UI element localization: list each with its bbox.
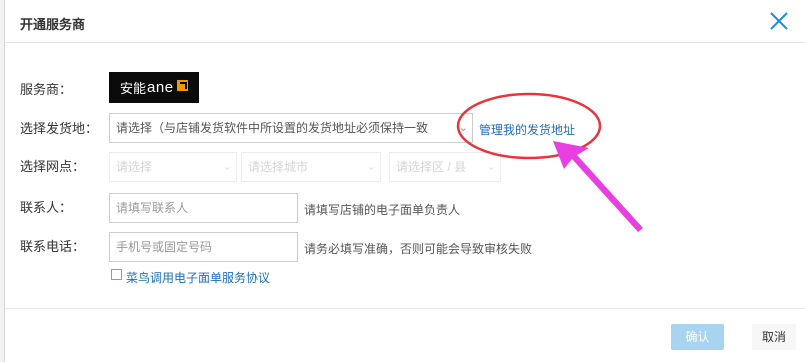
chevron-down-icon: ⌄: [222, 161, 232, 173]
network-district-value: 请选择区 / 县: [396, 160, 467, 174]
contact-input[interactable]: 请填写联系人: [109, 193, 298, 223]
phone-input[interactable]: 手机号或固定号码: [109, 232, 298, 262]
logo-flag-icon: [176, 80, 188, 91]
provider-logo: 安能 ane: [109, 72, 199, 103]
network-city-select[interactable]: 请选择城市 ⌄: [241, 152, 381, 182]
cancel-button[interactable]: 取消: [752, 324, 796, 350]
chevron-down-icon: ⌄: [486, 161, 496, 173]
manage-address-link[interactable]: 管理我的发货地址: [479, 121, 575, 138]
agreement-checkbox[interactable]: [111, 269, 122, 280]
confirm-button[interactable]: 确认: [671, 324, 724, 350]
network-province-value: 请选择: [116, 160, 153, 174]
contact-hint: 请填写店铺的电子面单负责人: [304, 203, 461, 217]
logo-text-ane: ane: [147, 79, 174, 96]
dialog-header: 开通服务商: [5, 0, 805, 43]
network-province-select[interactable]: 请选择 ⌄: [109, 152, 237, 182]
network-district-select[interactable]: 请选择区 / 县 ⌄: [389, 152, 501, 182]
open-provider-dialog: 开通服务商 服务商： 安能 ane 选择发货地： 请选择（与店铺发货软件中所设置的…: [4, 0, 805, 362]
phone-hint: 请务必填写准确，否则可能会导致审核失败: [304, 242, 533, 256]
ship-from-label: 选择发货地：: [20, 121, 99, 136]
footer-divider: [5, 308, 805, 309]
chevron-down-icon: ⌄: [458, 122, 468, 134]
chevron-down-icon: ⌄: [366, 161, 376, 173]
dialog-title: 开通服务商: [20, 17, 86, 32]
logo-text: 安能: [120, 81, 147, 96]
contact-label: 联系人：: [20, 200, 73, 215]
provider-label: 服务商：: [20, 82, 73, 97]
agreement-link[interactable]: 菜鸟调用电子面单服务协议: [126, 269, 270, 286]
close-icon[interactable]: [768, 10, 790, 32]
network-city-value: 请选择城市: [248, 160, 309, 174]
phone-label: 联系电话：: [20, 239, 86, 254]
ship-from-value: 请选择（与店铺发货软件中所设置的发货地址必须保持一致: [116, 121, 429, 135]
ship-from-select[interactable]: 请选择（与店铺发货软件中所设置的发货地址必须保持一致 ⌄: [109, 113, 473, 143]
network-label: 选择网点：: [20, 159, 86, 174]
